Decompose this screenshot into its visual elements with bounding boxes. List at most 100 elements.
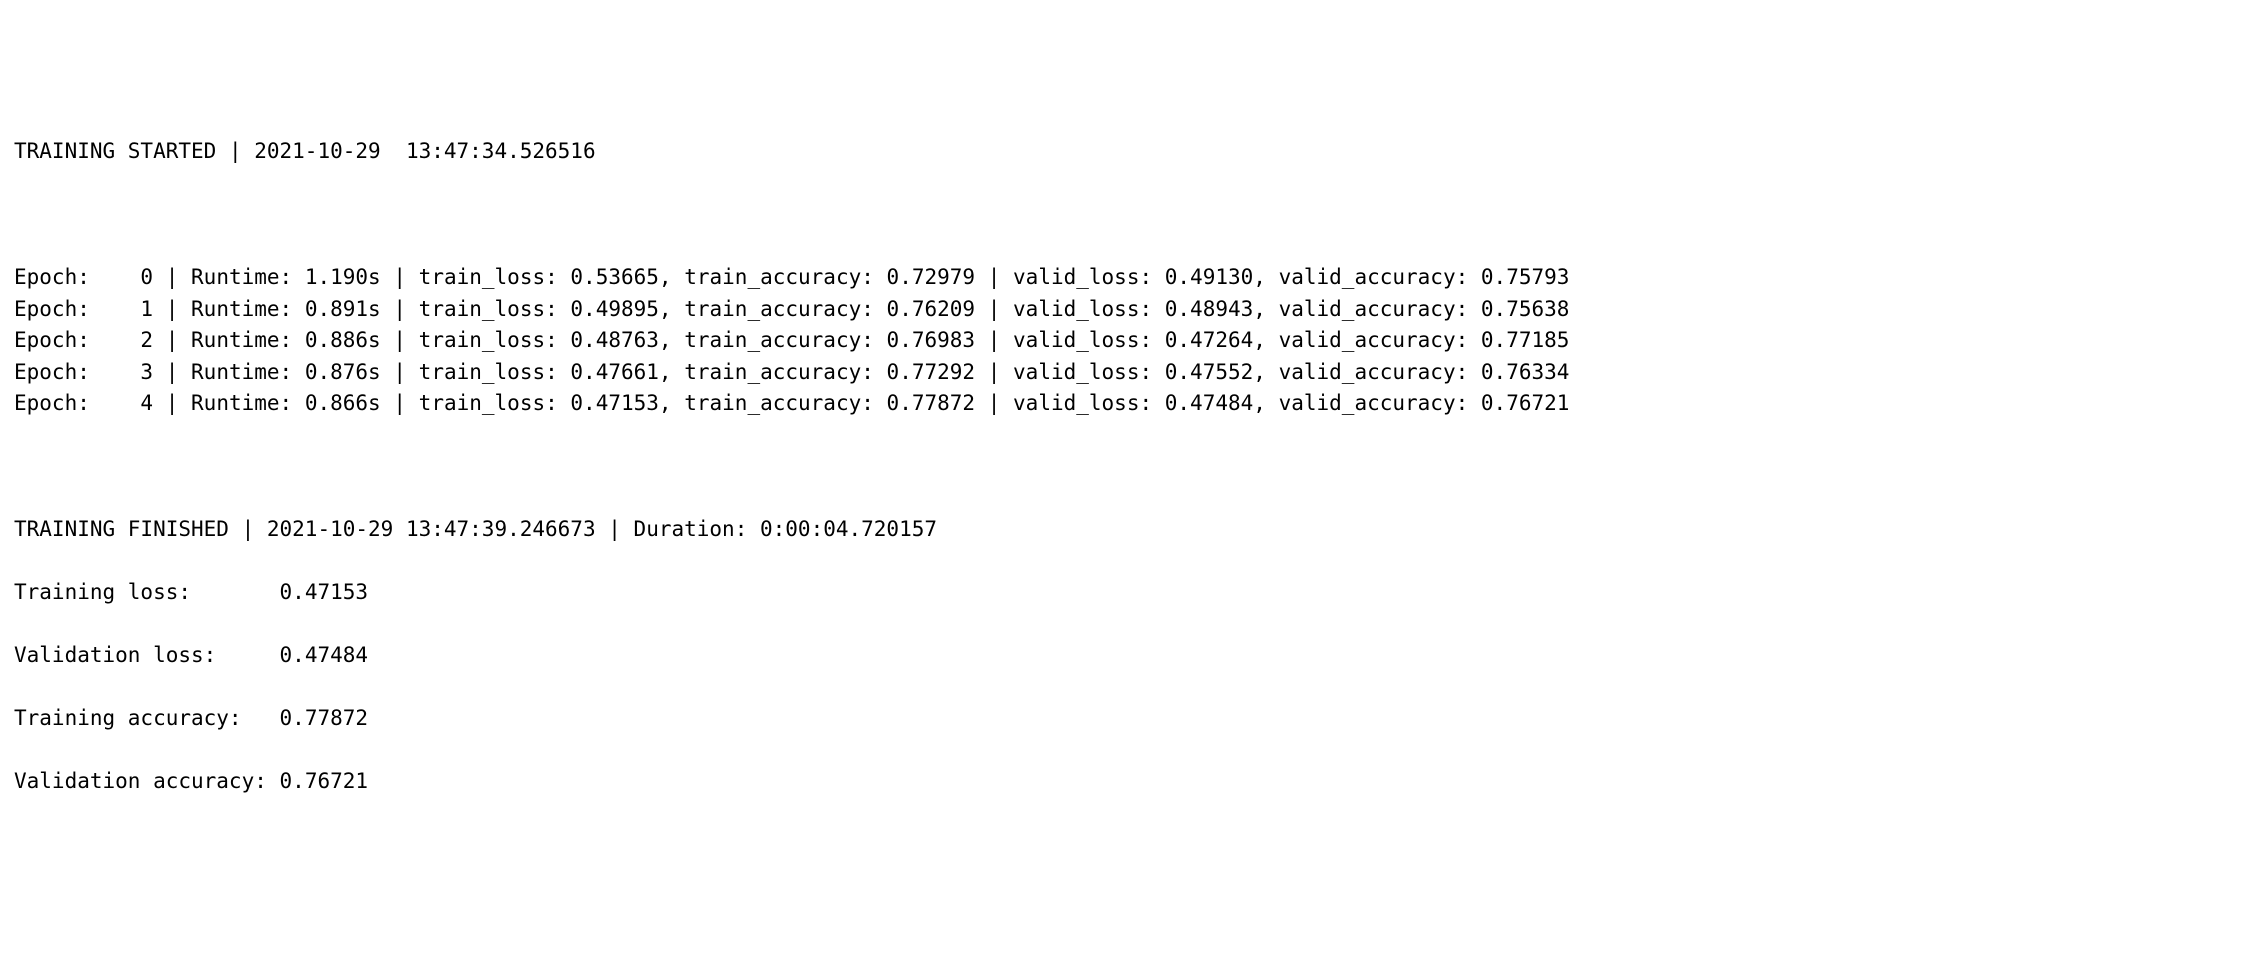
valid-accuracy-value: 0.75793 [1481,265,1570,289]
summary-value: 0.47153 [280,580,369,604]
valid-loss-label: valid_loss: [1013,328,1152,352]
comma: , [1253,391,1266,415]
training-started-line: TRAINING STARTED | 2021-10-29 13:47:34.5… [14,136,2242,168]
training-finished-line: TRAINING FINISHED | 2021-10-29 13:47:39.… [14,514,2242,546]
summary-label: Training accuracy: [14,706,267,730]
runtime-value: 0.891s [305,297,381,321]
duration-label: Duration: [634,517,748,541]
training-finished-label: TRAINING FINISHED [14,517,229,541]
valid-accuracy-value: 0.75638 [1481,297,1570,321]
end-timestamp: 2021-10-29 13:47:39.246673 [267,517,596,541]
epoch-line: Epoch: 0 | Runtime: 1.190s | train_loss:… [14,262,2242,294]
pipe: | [393,265,406,289]
train-accuracy-label: train_accuracy: [684,328,874,352]
epoch-prefix: Epoch: [14,297,90,321]
summary-training-loss: Training loss: 0.47153 [14,577,2242,609]
valid-accuracy-label: valid_accuracy: [1279,328,1469,352]
valid-loss-value: 0.47264 [1165,328,1254,352]
valid-accuracy-label: valid_accuracy: [1279,391,1469,415]
pipe: | [393,297,406,321]
valid-loss-value: 0.47484 [1165,391,1254,415]
duration-value: 0:00:04.720157 [760,517,937,541]
comma: , [1253,328,1266,352]
runtime-prefix: Runtime: [191,297,292,321]
train-loss-value: 0.48763 [570,328,659,352]
summary-value: 0.76721 [280,769,369,793]
sep: | [216,139,254,163]
valid-loss-label: valid_loss: [1013,265,1152,289]
train-accuracy-value: 0.77872 [887,391,976,415]
summary-value: 0.77872 [280,706,369,730]
train-accuracy-label: train_accuracy: [684,391,874,415]
comma: , [659,297,672,321]
pipe: | [166,360,179,384]
valid-loss-label: valid_loss: [1013,391,1152,415]
runtime-prefix: Runtime: [191,265,292,289]
epoch-prefix: Epoch: [14,328,90,352]
valid-loss-value: 0.47552 [1165,360,1254,384]
train-accuracy-label: train_accuracy: [684,265,874,289]
start-timestamp: 2021-10-29 13:47:34.526516 [254,139,595,163]
pipe: | [988,328,1001,352]
pipe: | [166,297,179,321]
pipe: | [393,328,406,352]
epoch-line: Epoch: 1 | Runtime: 0.891s | train_loss:… [14,294,2242,326]
train-loss-label: train_loss: [419,328,558,352]
comma: , [659,265,672,289]
blank-line [14,199,2242,231]
runtime-prefix: Runtime: [191,360,292,384]
pipe: | [988,297,1001,321]
train-loss-label: train_loss: [419,297,558,321]
runtime-value: 0.866s [305,391,381,415]
comma: , [659,328,672,352]
pipe: | [988,265,1001,289]
pipe: | [988,391,1001,415]
train-accuracy-value: 0.76209 [887,297,976,321]
runtime-value: 1.190s [305,265,381,289]
train-accuracy-label: train_accuracy: [684,297,874,321]
pipe: | [166,265,179,289]
epoch-line: Epoch: 3 | Runtime: 0.876s | train_loss:… [14,357,2242,389]
valid-accuracy-value: 0.76334 [1481,360,1570,384]
summary-label: Validation loss: [14,643,267,667]
train-loss-label: train_loss: [419,391,558,415]
summary-value: 0.47484 [280,643,369,667]
train-loss-label: train_loss: [419,360,558,384]
runtime-prefix: Runtime: [191,391,292,415]
valid-loss-value: 0.48943 [1165,297,1254,321]
train-accuracy-value: 0.72979 [887,265,976,289]
summary-label: Validation accuracy: [14,769,267,793]
epoch-line: Epoch: 2 | Runtime: 0.886s | train_loss:… [14,325,2242,357]
summary-validation-accuracy: Validation accuracy: 0.76721 [14,766,2242,798]
valid-accuracy-value: 0.76721 [1481,391,1570,415]
epoch-prefix: Epoch: [14,391,90,415]
sep: | [229,517,267,541]
valid-loss-label: valid_loss: [1013,297,1152,321]
comma: , [1253,297,1266,321]
comma: , [1253,265,1266,289]
pipe: | [988,360,1001,384]
train-accuracy-label: train_accuracy: [684,360,874,384]
comma: , [1253,360,1266,384]
valid-loss-label: valid_loss: [1013,360,1152,384]
pipe: | [393,391,406,415]
train-loss-value: 0.47153 [570,391,659,415]
valid-accuracy-value: 0.77185 [1481,328,1570,352]
train-loss-value: 0.49895 [570,297,659,321]
valid-accuracy-label: valid_accuracy: [1279,360,1469,384]
epoch-line: Epoch: 4 | Runtime: 0.866s | train_loss:… [14,388,2242,420]
summary-validation-loss: Validation loss: 0.47484 [14,640,2242,672]
runtime-prefix: Runtime: [191,328,292,352]
pipe: | [166,391,179,415]
epoch-prefix: Epoch: [14,265,90,289]
sep: | [596,517,634,541]
epoch-prefix: Epoch: [14,360,90,384]
runtime-value: 0.886s [305,328,381,352]
summary-training-accuracy: Training accuracy: 0.77872 [14,703,2242,735]
comma: , [659,360,672,384]
valid-accuracy-label: valid_accuracy: [1279,265,1469,289]
summary-label: Training loss: [14,580,267,604]
pipe: | [166,328,179,352]
train-loss-label: train_loss: [419,265,558,289]
comma: , [659,391,672,415]
